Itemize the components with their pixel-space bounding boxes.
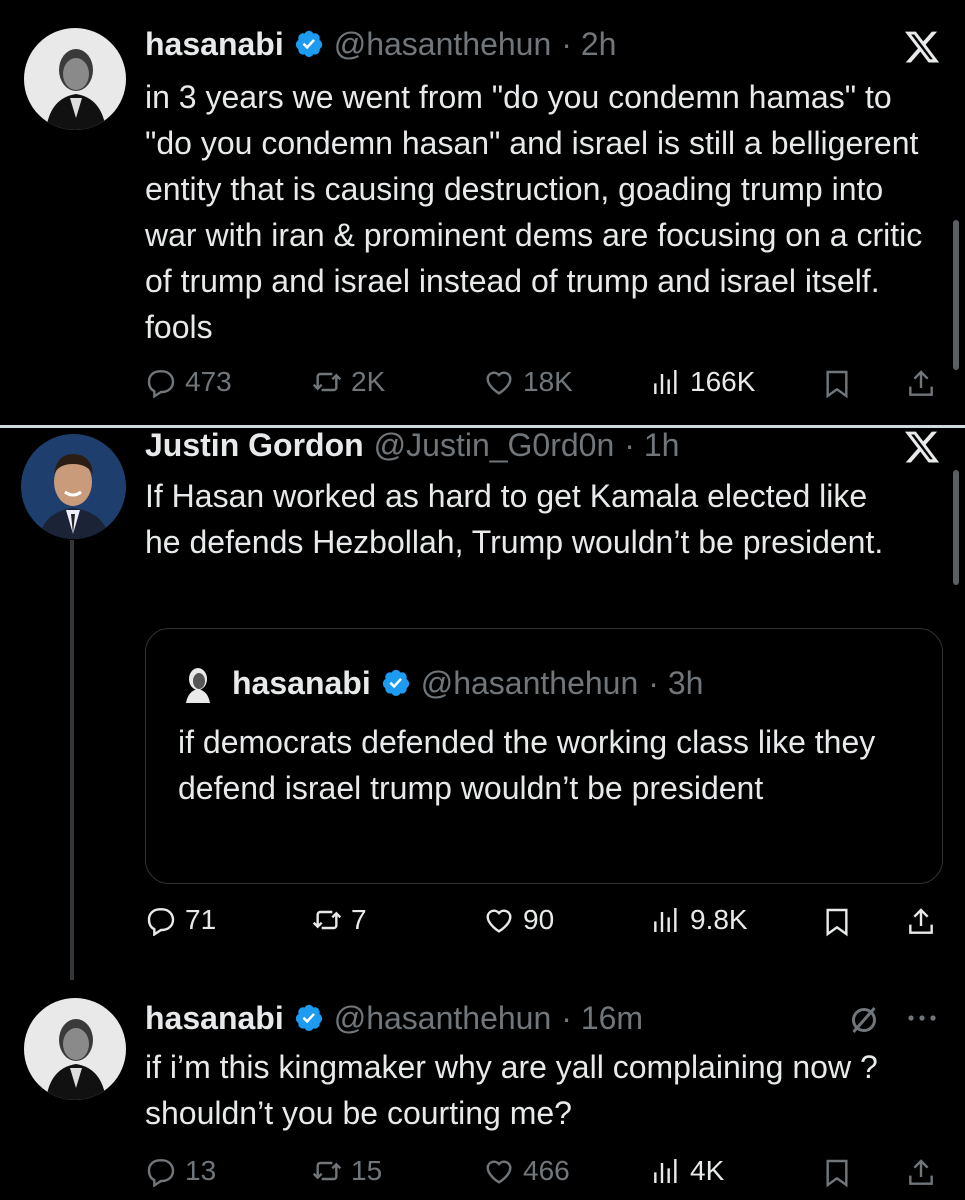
reply-icon xyxy=(147,370,175,398)
avatar xyxy=(178,663,218,703)
repost-icon xyxy=(312,1161,342,1181)
reply-icon xyxy=(147,908,175,936)
repost-button[interactable]: 7 xyxy=(311,904,367,936)
tweet-actions: 71 7 90 9.8K xyxy=(145,904,945,944)
repost-icon xyxy=(312,910,342,930)
reply-button[interactable]: 13 xyxy=(145,1155,216,1187)
views-icon xyxy=(654,370,677,394)
views-count: 4K xyxy=(690,1155,725,1186)
views-count: 166K xyxy=(690,366,756,397)
quote-display-name: hasanabi xyxy=(232,664,371,701)
repost-button[interactable]: 15 xyxy=(311,1155,382,1187)
more-icon[interactable] xyxy=(904,1006,940,1030)
repost-count: 7 xyxy=(351,904,367,935)
share-icon[interactable] xyxy=(905,1157,937,1189)
avatar[interactable] xyxy=(24,998,126,1100)
share-icon[interactable] xyxy=(905,368,937,400)
like-count: 18K xyxy=(523,366,573,397)
like-button[interactable]: 18K xyxy=(483,366,573,398)
handle[interactable]: @hasanthehun xyxy=(334,1000,552,1037)
repost-count: 2K xyxy=(351,366,386,397)
handle[interactable]: @hasanthehun xyxy=(334,26,552,63)
x-logo-icon xyxy=(904,31,940,63)
repost-button[interactable]: 2K xyxy=(311,366,385,398)
timestamp[interactable]: · 16m xyxy=(561,1000,643,1037)
display-name[interactable]: hasanabi xyxy=(145,1000,284,1037)
quote-timestamp: · 3h xyxy=(648,664,704,701)
verified-badge-icon xyxy=(382,669,409,697)
share-icon[interactable] xyxy=(905,906,937,938)
views-icon xyxy=(654,1159,677,1183)
quote-handle: @hasanthehun xyxy=(420,664,639,701)
tweet-text: in 3 years we went from "do you condemn … xyxy=(145,79,923,345)
tweet-actions: 13 15 466 4K xyxy=(145,1155,945,1195)
tweet-actions: 473 2K 18K 166K xyxy=(145,366,945,406)
thread-connector xyxy=(70,540,74,980)
reply-count: 71 xyxy=(185,904,217,935)
tweet-text: if i’m this kingmaker why are yall compl… xyxy=(145,1049,878,1131)
like-button[interactable]: 90 xyxy=(483,904,554,936)
views-button[interactable]: 166K xyxy=(650,366,755,398)
tweet-header: hasanabi @hasanthehun · 2h xyxy=(145,24,616,64)
reply-button[interactable]: 71 xyxy=(145,904,216,936)
verified-badge-icon xyxy=(295,1004,322,1032)
tweet-header: hasanabi @hasanthehun · 16m xyxy=(145,998,643,1038)
like-icon xyxy=(486,371,512,395)
views-count: 9.8K xyxy=(690,904,748,935)
handle[interactable]: @Justin_G0rd0n xyxy=(374,427,615,464)
reply-button[interactable]: 473 xyxy=(145,366,232,398)
bookmark-icon[interactable] xyxy=(821,906,853,938)
quote-text: if democrats defended the working class … xyxy=(178,724,876,806)
display-name[interactable]: Justin Gordon xyxy=(145,427,364,464)
verified-badge-icon xyxy=(295,30,322,58)
like-icon xyxy=(486,909,512,933)
quoted-tweet[interactable]: hasanabi @hasanthehun · 3h if democrats … xyxy=(145,628,943,884)
views-button[interactable]: 9.8K xyxy=(650,904,748,936)
display-name[interactable]: hasanabi xyxy=(145,26,284,63)
reply-count: 13 xyxy=(185,1155,217,1186)
tweet-header: Justin Gordon @Justin_G0rd0n · 1h xyxy=(145,425,679,465)
like-button[interactable]: 466 xyxy=(483,1155,570,1187)
avatar[interactable] xyxy=(21,434,126,539)
scrollbar[interactable] xyxy=(953,470,959,585)
scrollbar[interactable] xyxy=(953,220,959,370)
repost-icon xyxy=(312,372,342,392)
like-count: 90 xyxy=(523,904,555,935)
bookmark-icon[interactable] xyxy=(821,1157,853,1189)
views-icon xyxy=(654,908,677,932)
x-logo-icon xyxy=(904,431,940,463)
timestamp[interactable]: · 1h xyxy=(624,427,679,464)
reply-icon xyxy=(147,1159,175,1187)
repost-count: 15 xyxy=(351,1155,383,1186)
tweet-text: If Hasan worked as hard to get Kamala el… xyxy=(145,478,884,560)
like-icon xyxy=(486,1160,512,1184)
like-count: 466 xyxy=(523,1155,570,1186)
views-button[interactable]: 4K xyxy=(650,1155,724,1187)
quote-header: hasanabi @hasanthehun · 3h xyxy=(178,663,703,703)
bookmark-icon[interactable] xyxy=(821,368,853,400)
grok-icon[interactable] xyxy=(846,1002,882,1038)
timestamp[interactable]: · 2h xyxy=(561,26,616,63)
reply-count: 473 xyxy=(185,366,232,397)
avatar[interactable] xyxy=(24,28,126,130)
